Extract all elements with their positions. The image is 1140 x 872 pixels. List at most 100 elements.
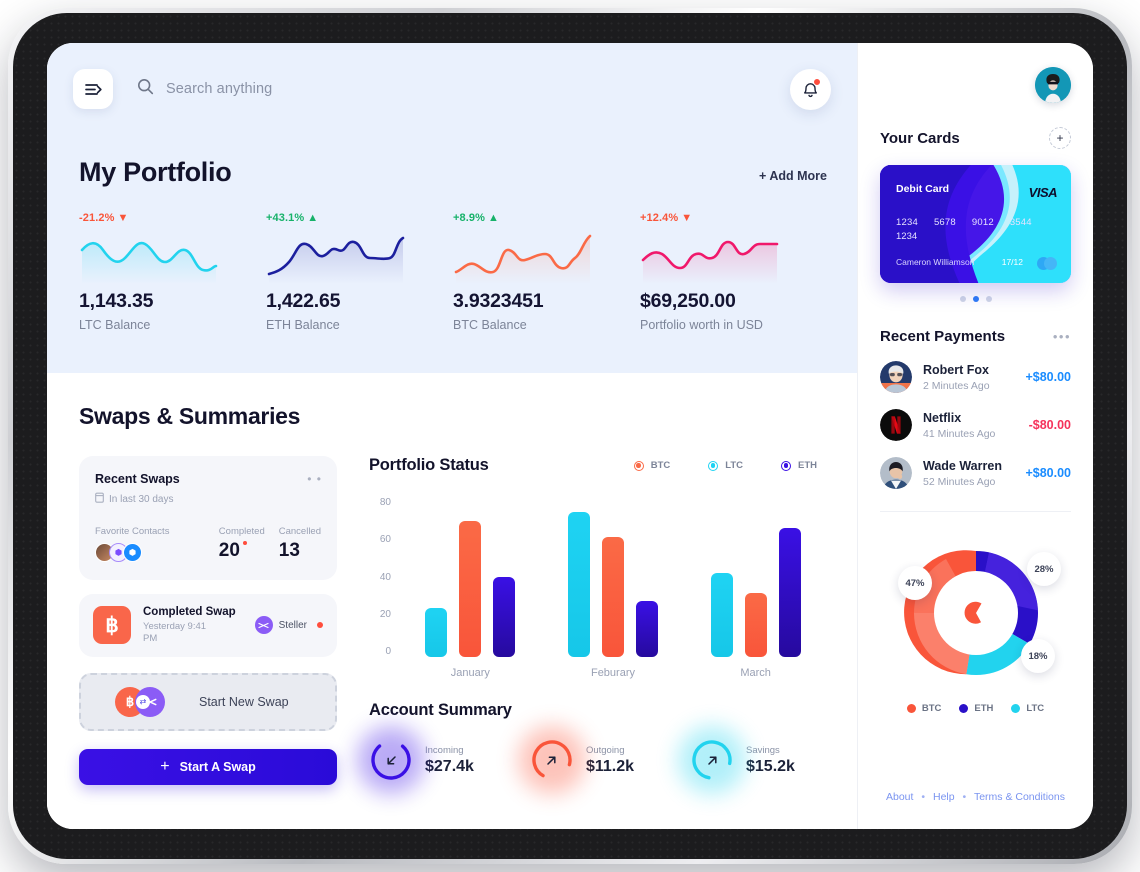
tablet-frame: My Portfolio + Add More -21.2%▼: [8, 8, 1132, 864]
recent-payments-section: Recent Payments ••• Robert Fox 2 Minutes…: [880, 328, 1071, 489]
robert-fox-avatar: [880, 361, 912, 393]
notification-dot: [813, 78, 821, 86]
stat-card-usd[interactable]: +12.4% ▼ $69,250.00 Portfolio worth in US…: [640, 212, 827, 332]
x-tick: January: [450, 667, 490, 679]
stat-card-eth[interactable]: +43.1% ▲ 1,422.65 ETH Balance: [266, 212, 453, 332]
sparkline-ltc: [79, 232, 266, 284]
payment-amount: -$80.00: [1028, 418, 1071, 432]
start-new-swap-dropzone[interactable]: ฿ ⇄ Start New Swap: [79, 672, 337, 731]
debit-card[interactable]: Debit Card VISA 1234 5678 9012 3544 1234…: [880, 165, 1071, 283]
portfolio-stats: -21.2% ▼ 1,143.35 LTC Balance +43.1% ▲ 1…: [79, 212, 827, 332]
legend-item-btc[interactable]: BTC: [633, 460, 670, 471]
stat-delta: -21.2% ▼: [79, 212, 129, 224]
user-avatar[interactable]: [1035, 67, 1071, 103]
arrow-down-left-icon: [369, 738, 413, 782]
list-item[interactable]: Netflix 41 Minutes Ago -$80.00: [880, 409, 1071, 441]
payment-time: 41 Minutes Ago: [923, 427, 996, 440]
pagination-dot[interactable]: [959, 296, 966, 302]
x-tick: Feburary: [590, 667, 635, 679]
mastercard-icon: [1037, 257, 1057, 270]
cancelled-value: 13: [278, 540, 300, 561]
pagination-dot-active[interactable]: [972, 296, 979, 302]
sparkline-eth: [266, 232, 453, 284]
swaps-summaries-section: Swaps & Summaries Recent Swaps In last 3…: [47, 373, 857, 829]
account-value: $11.2k: [585, 757, 634, 775]
portfolio-allocation-donut: 47% 28% 18%: [880, 530, 1071, 695]
payment-name: Netflix: [923, 410, 962, 425]
account-summary-item-incoming[interactable]: Incoming $27.4k: [357, 726, 474, 794]
account-label: Incoming: [425, 744, 464, 756]
account-summary-item-outgoing[interactable]: Outgoing $11.2k: [517, 726, 634, 794]
chart-bar-groups: [399, 497, 827, 657]
start-new-swap-label: Start New Swap: [199, 694, 289, 709]
bar-btc[interactable]: [744, 593, 767, 657]
status-dot: [317, 622, 323, 629]
legend-item-eth[interactable]: ETH: [781, 460, 817, 471]
arrow-up-right-icon: [530, 738, 574, 782]
pagination-dot[interactable]: [985, 296, 992, 302]
completed-swap-time: Yesterday 9:41 PM: [143, 621, 207, 644]
bar-eth[interactable]: [493, 577, 516, 657]
radio-icon: [781, 460, 791, 471]
completed-swap-card[interactable]: ฿ Completed Swap Yesterday 9:41 PM Stell…: [79, 594, 337, 657]
wade-warren-avatar: [880, 457, 912, 489]
stat-card-ltc[interactable]: -21.2% ▼ 1,143.35 LTC Balance: [79, 212, 266, 332]
card-pagination[interactable]: [880, 296, 1071, 302]
payment-name: Wade Warren: [923, 458, 1002, 473]
app-screen: My Portfolio + Add More -21.2%▼: [47, 43, 1093, 829]
payment-time: 2 Minutes Ago: [923, 379, 990, 392]
bar-group-january: [425, 520, 516, 657]
payment-amount: +$80.00: [1025, 466, 1071, 480]
start-a-swap-label: Start A Swap: [179, 759, 256, 774]
more-dots-icon[interactable]: • •: [307, 472, 322, 486]
search-box[interactable]: [137, 78, 426, 100]
add-more-button[interactable]: + Add More: [759, 169, 827, 183]
bar-eth[interactable]: [778, 527, 801, 657]
start-a-swap-button[interactable]: + Start A Swap: [79, 748, 337, 785]
cancelled-label: Cancelled: [278, 526, 321, 537]
swaps-panel: Recent Swaps In last 30 days • • Favorit…: [79, 456, 337, 785]
avatar: ⬢: [123, 543, 142, 562]
list-item[interactable]: Wade Warren 52 Minutes Ago +$80.00: [880, 457, 1071, 489]
add-card-icon[interactable]: +: [1049, 127, 1071, 149]
bell-icon[interactable]: [790, 69, 831, 110]
your-cards-title: Your Cards: [880, 129, 960, 147]
legend-item-ltc[interactable]: LTC: [708, 460, 743, 471]
bar-eth[interactable]: [635, 600, 658, 657]
stat-card-btc[interactable]: +8.9% ▲ 3.9323451 BTC Balance: [453, 212, 640, 332]
about-link[interactable]: About: [886, 791, 913, 803]
menu-arrow-icon[interactable]: [73, 69, 113, 109]
stat-label: ETH Balance: [266, 318, 340, 332]
recent-swaps-title: Recent Swaps: [95, 472, 180, 486]
stat-label: LTC Balance: [79, 318, 151, 332]
section-title: Swaps & Summaries: [79, 403, 301, 429]
y-tick: 0: [385, 646, 391, 657]
help-link[interactable]: Help: [933, 791, 955, 803]
legend-item-btc[interactable]: BTC: [906, 703, 941, 714]
bar-ltc[interactable]: [567, 511, 590, 657]
chart-plot-area: January Feburary March: [399, 497, 827, 679]
bar-ltc[interactable]: [425, 607, 448, 657]
card-number-overflow: 1234: [896, 231, 918, 242]
legend-item-ltc[interactable]: LTC: [1011, 703, 1044, 714]
plus-icon: +: [160, 757, 170, 775]
payment-time: 52 Minutes Ago: [923, 475, 996, 488]
terms-link[interactable]: Terms & Conditions: [974, 791, 1065, 803]
arrow-up-right-icon: [690, 738, 734, 782]
legend-item-eth[interactable]: ETH: [959, 703, 993, 714]
bar-ltc[interactable]: [710, 573, 733, 657]
your-cards-section: Your Cards + Debit Card VISA 1234 5678 9…: [880, 127, 1071, 302]
portfolio-section: My Portfolio + Add More -21.2% ▼ 1,143.3…: [47, 135, 857, 332]
account-value: $27.4k: [425, 757, 474, 775]
search-input[interactable]: [166, 81, 426, 97]
page-title: My Portfolio: [79, 157, 232, 187]
bar-btc[interactable]: [459, 520, 482, 657]
favorite-contacts-avatars[interactable]: ⬢ ⬢: [95, 543, 219, 562]
more-dots-icon[interactable]: •••: [1053, 329, 1071, 344]
portfolio-status-chart: 80 60 40 20 0 January Feburary March: [369, 497, 827, 679]
donut-label-btc: 47%: [898, 566, 932, 600]
bar-btc[interactable]: [601, 537, 624, 657]
list-item[interactable]: Robert Fox 2 Minutes Ago +$80.00: [880, 361, 1071, 393]
account-summary-item-savings[interactable]: Savings $15.2k: [678, 726, 795, 794]
account-label: Savings: [746, 744, 780, 756]
